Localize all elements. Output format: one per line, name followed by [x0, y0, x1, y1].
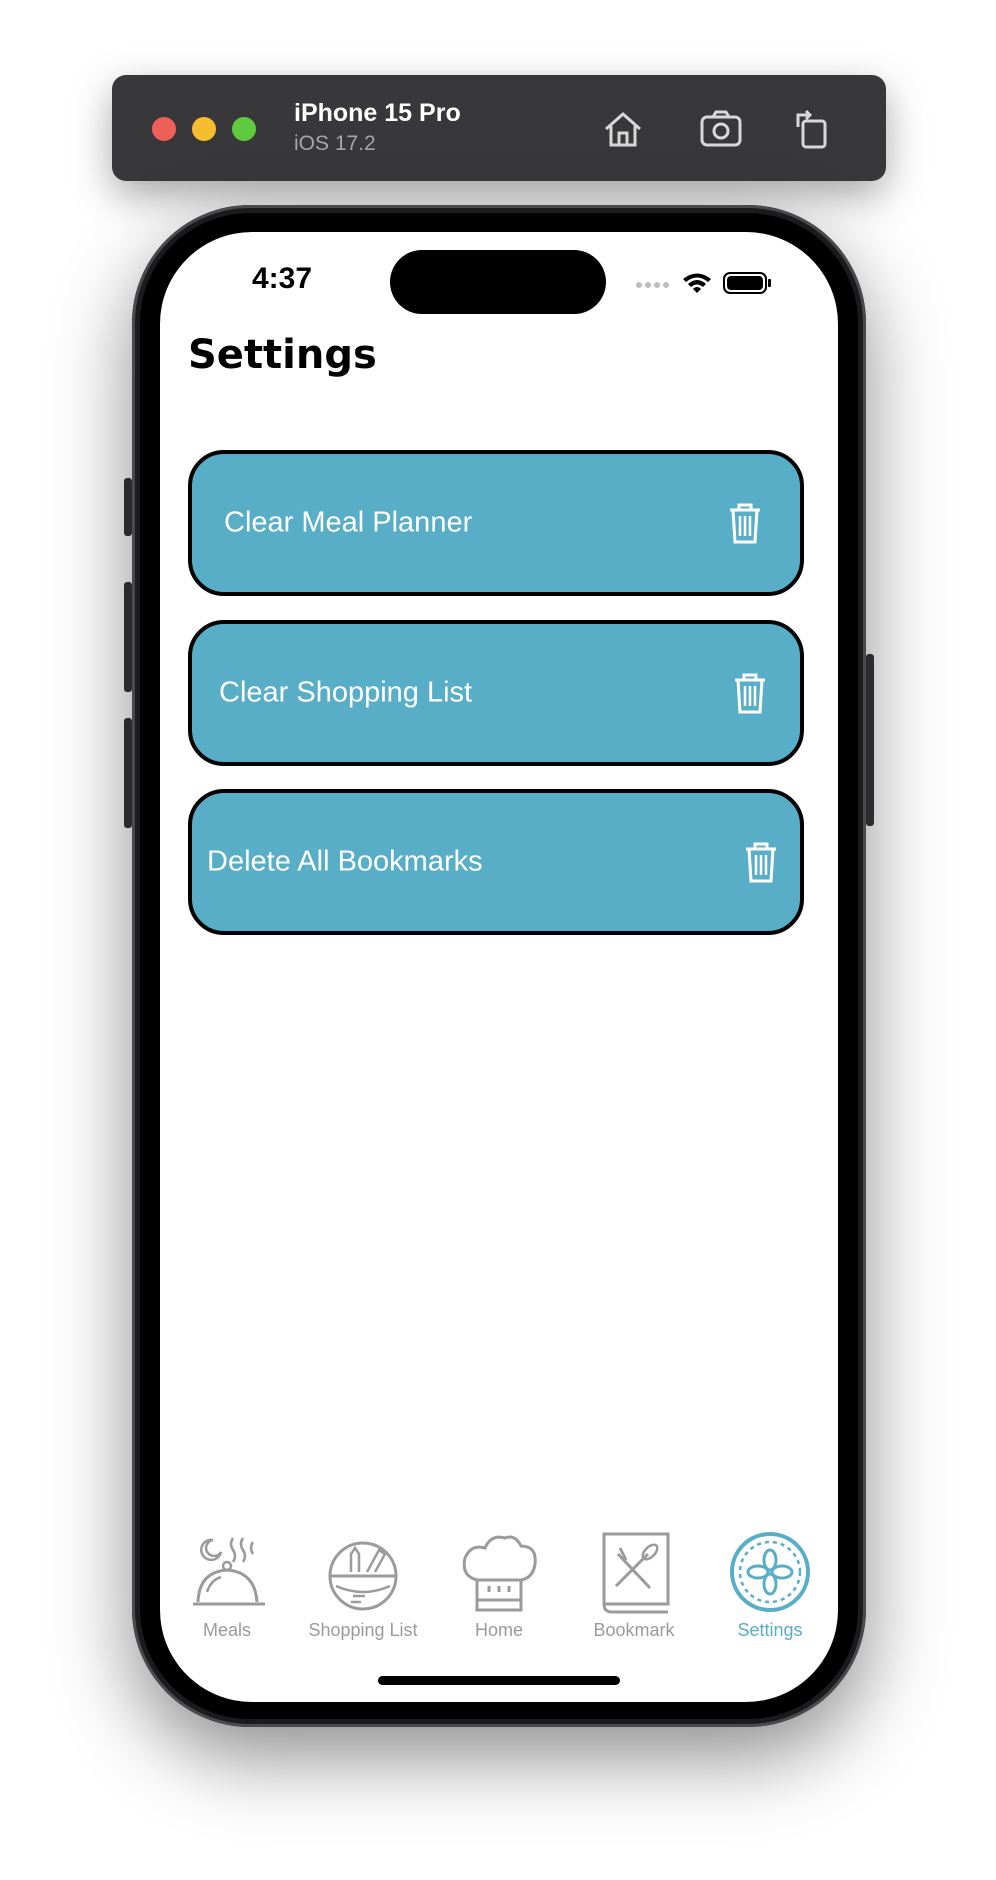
tab-meals[interactable]: Meals	[160, 1532, 295, 1641]
tab-shopping-list-label: Shopping List	[308, 1620, 418, 1640]
device-name: iPhone 15 Pro	[294, 99, 461, 127]
recipe-book-icon	[602, 1532, 670, 1614]
status-icons	[636, 272, 771, 294]
chef-hat-icon	[462, 1535, 537, 1612]
meal-cloche-icon	[193, 1537, 265, 1606]
volume-up-button	[124, 582, 132, 692]
home-icon[interactable]	[600, 107, 646, 151]
tab-shopping-list[interactable]: Shopping List	[295, 1532, 431, 1641]
trash-icon	[735, 673, 765, 714]
rotate-icon[interactable]	[790, 107, 836, 151]
trash-icon	[746, 842, 776, 883]
tab-bar: Meals Shopping List Home Bookmark Settin…	[160, 1532, 838, 1652]
status-time: 4:37	[252, 262, 313, 295]
battery-icon	[723, 272, 771, 294]
clear-meal-planner-button[interactable]: Clear Meal Planner	[188, 450, 804, 596]
signal-icon	[636, 282, 669, 288]
tab-home[interactable]: Home	[431, 1532, 567, 1641]
trash-icon	[730, 503, 760, 544]
power-button	[866, 654, 874, 826]
volume-down-button	[124, 718, 132, 828]
tab-meals-label: Meals	[202, 1620, 251, 1640]
delete-all-bookmarks-label: Delete All Bookmarks	[207, 845, 483, 878]
tab-bookmark-label: Bookmark	[593, 1620, 675, 1640]
clear-shopping-list-button[interactable]: Clear Shopping List	[188, 620, 804, 766]
dynamic-island	[390, 250, 606, 314]
close-window-button[interactable]	[152, 117, 176, 141]
tab-home-label: Home	[474, 1620, 523, 1640]
wifi-icon	[683, 273, 711, 293]
phone-screen: 4:37 Settings Clear Meal Planner Clear S…	[160, 232, 838, 1702]
screenshot-icon[interactable]	[698, 107, 744, 151]
tab-settings-label: Settings	[737, 1620, 803, 1640]
os-version: iOS 17.2	[294, 132, 376, 155]
clear-shopping-list-label: Clear Shopping List	[219, 676, 473, 709]
tab-settings[interactable]: Settings	[702, 1532, 838, 1641]
clear-meal-planner-label: Clear Meal Planner	[224, 506, 473, 539]
page-title: Settings	[188, 332, 377, 378]
action-button	[124, 478, 132, 536]
home-indicator[interactable]	[378, 1676, 620, 1685]
delete-all-bookmarks-button[interactable]: Delete All Bookmarks	[188, 789, 804, 935]
simulator-toolbar: iPhone 15 Pro iOS 17.2	[112, 75, 886, 181]
tab-bookmark[interactable]: Bookmark	[566, 1532, 702, 1641]
minimize-window-button[interactable]	[192, 117, 216, 141]
settings-icon	[730, 1532, 810, 1612]
basket-icon	[328, 1541, 398, 1611]
zoom-window-button[interactable]	[232, 117, 256, 141]
